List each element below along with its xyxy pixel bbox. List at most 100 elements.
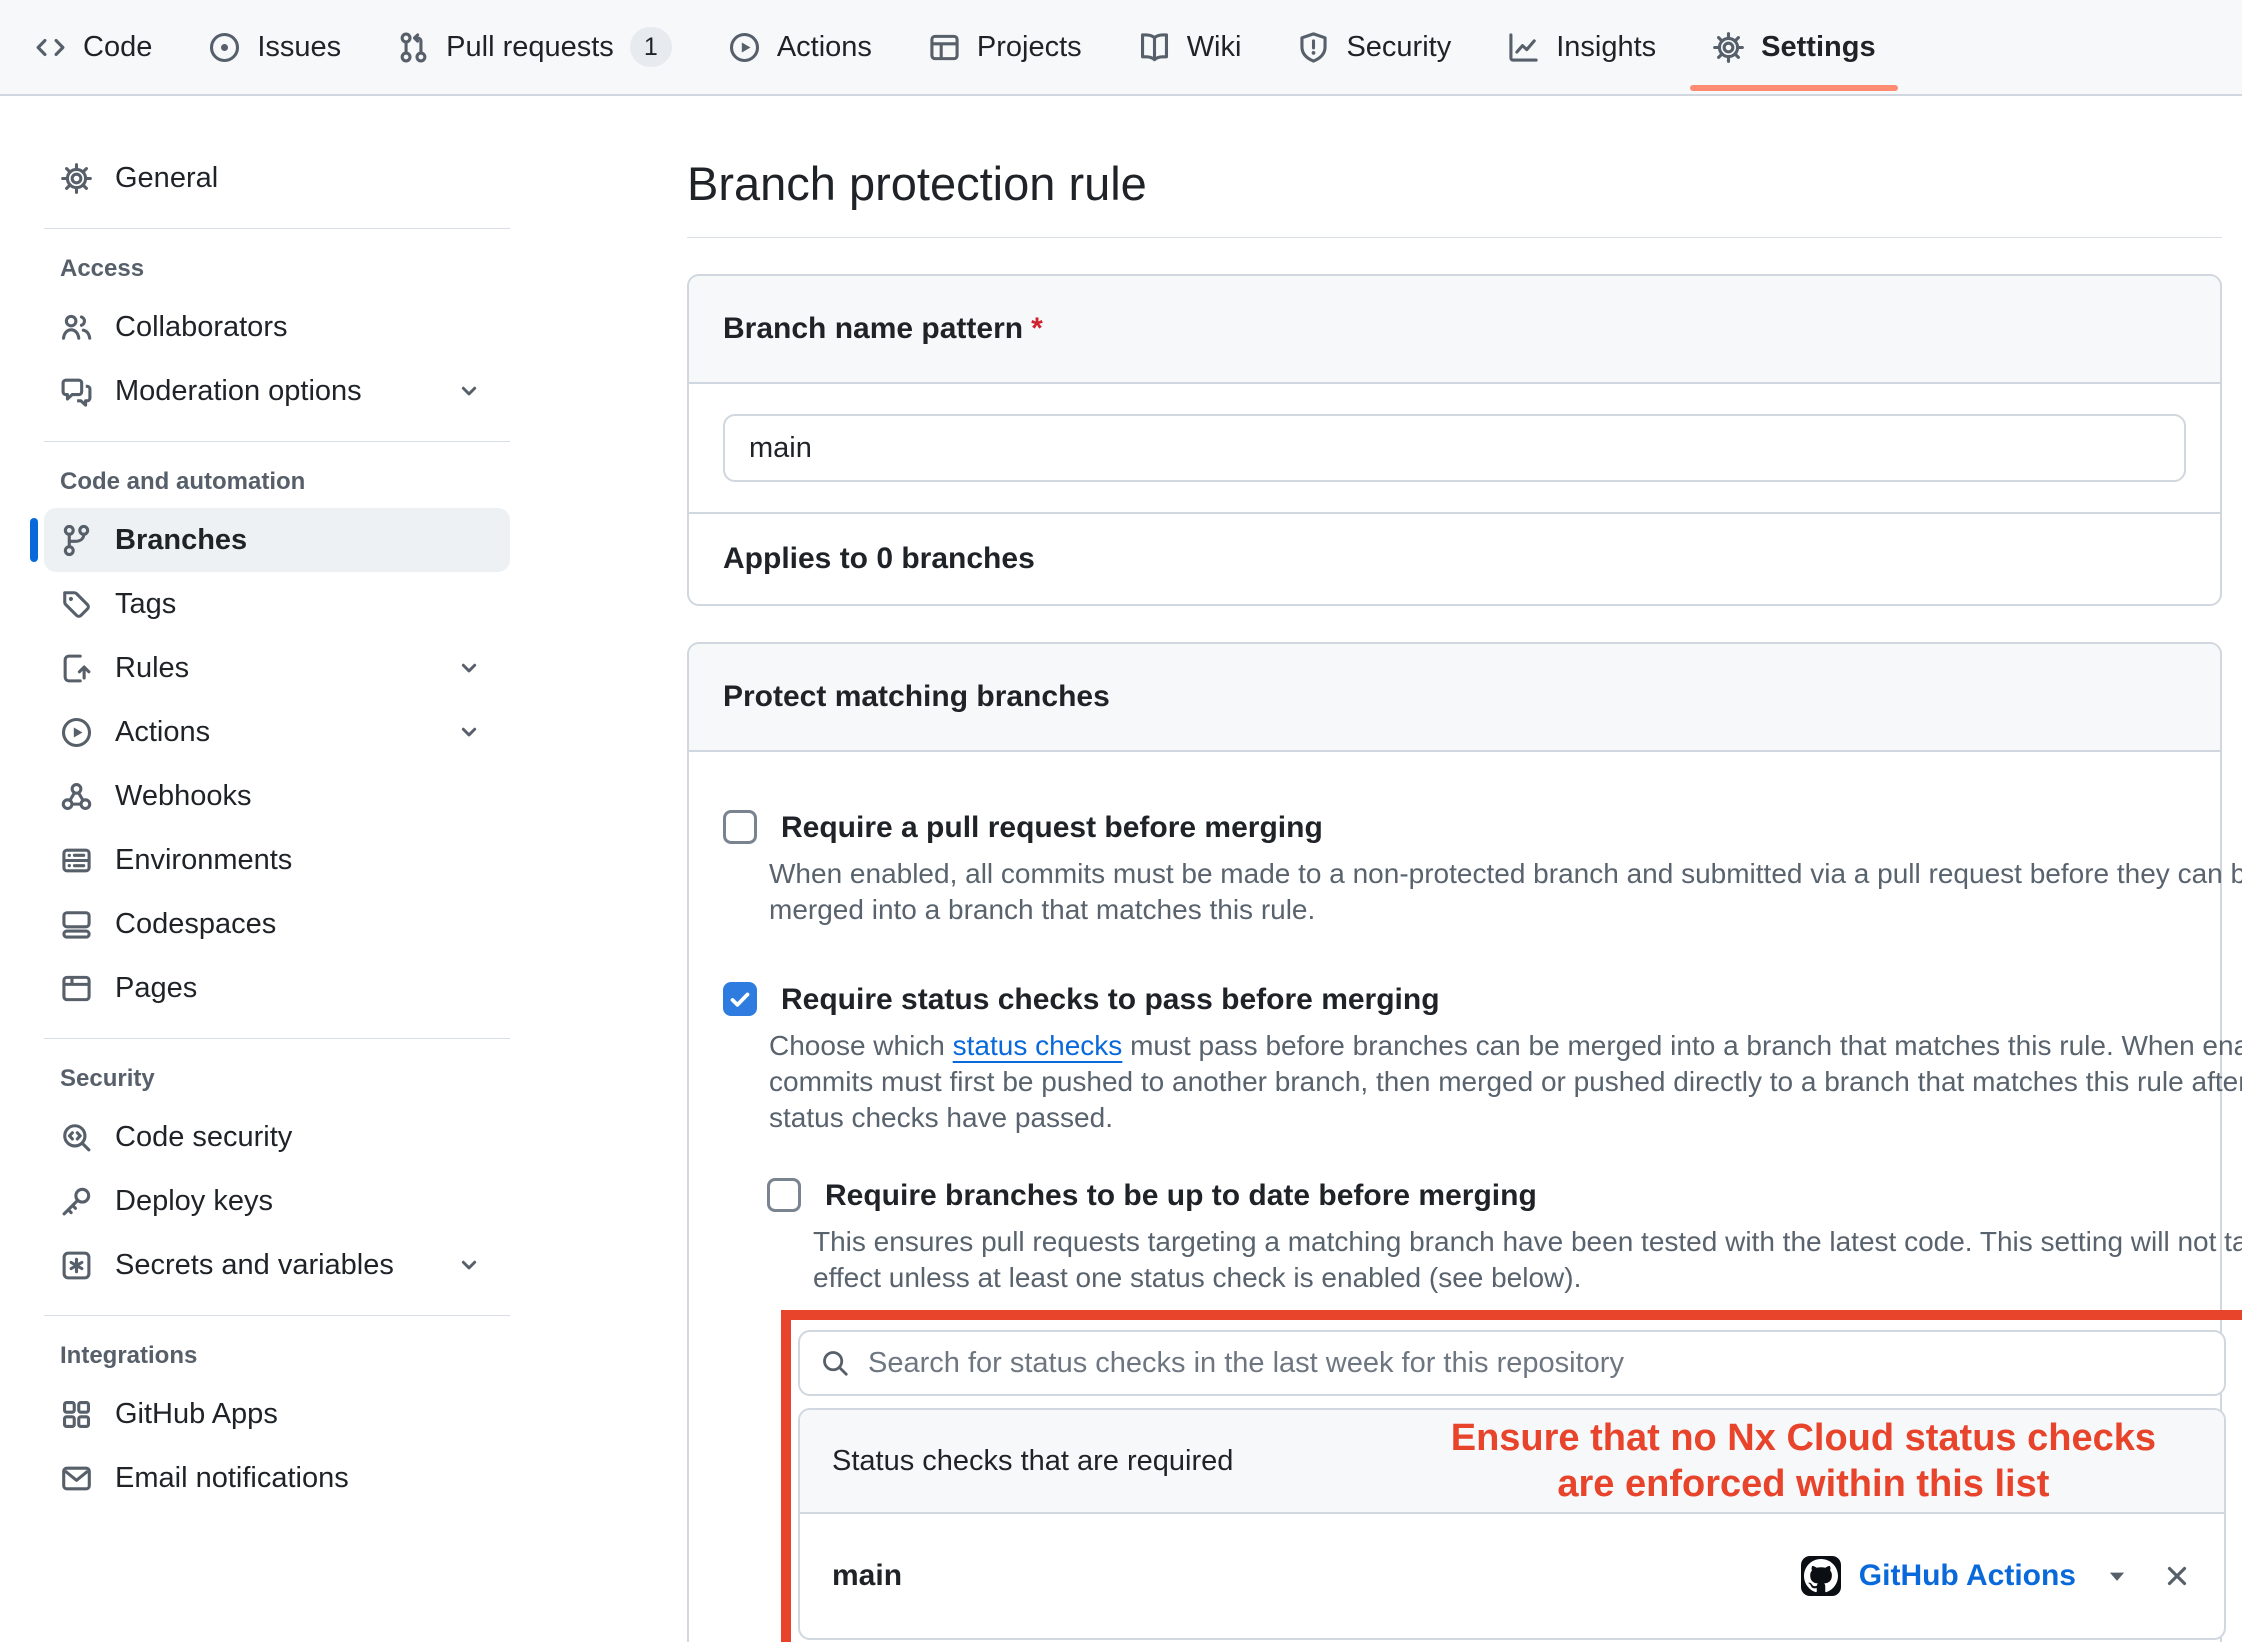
remove-status-check-icon[interactable] (2162, 1561, 2192, 1591)
sidebar-item-label: Deploy keys (115, 1185, 273, 1218)
apps-icon (60, 1398, 93, 1431)
server-icon (60, 844, 93, 877)
description-text: Choose which (769, 1030, 953, 1061)
rules-icon (60, 652, 93, 685)
tab-security[interactable]: Security (1297, 0, 1451, 94)
applies-to-branches: Applies to 0 branches (689, 512, 2220, 604)
caret-down-icon[interactable] (2102, 1561, 2132, 1591)
sidebar-item-rules[interactable]: Rules (44, 636, 510, 700)
sidebar-item-codespaces[interactable]: Codespaces (44, 892, 510, 956)
sidebar-item-moderation-options[interactable]: Moderation options (44, 359, 510, 423)
require-pull-request-description: When enabled, all commits must be made t… (769, 856, 2186, 928)
sidebar-divider (44, 228, 510, 229)
require-pull-request-row: Require a pull request before merging (723, 808, 2186, 848)
sidebar-item-tags[interactable]: Tags (44, 572, 510, 636)
github-actions-avatar (1801, 1556, 1841, 1596)
gear-icon (1712, 31, 1745, 64)
tab-pull-requests[interactable]: Pull requests 1 (397, 0, 672, 94)
status-check-name: main (832, 1559, 902, 1593)
status-check-row-main: main GitHub Actions (800, 1514, 2224, 1638)
sidebar-item-secrets-variables[interactable]: Secrets and variables (44, 1233, 510, 1297)
require-pull-request-checkbox[interactable] (723, 810, 757, 844)
tab-actions[interactable]: Actions (728, 0, 872, 94)
title-divider (687, 237, 2222, 238)
sidebar-item-label: GitHub Apps (115, 1398, 278, 1431)
require-status-checks-row: Require status checks to pass before mer… (723, 980, 2186, 1020)
up-to-date-description: This ensures pull requests targeting a m… (813, 1224, 2186, 1296)
sidebar-item-pages[interactable]: Pages (44, 956, 510, 1020)
up-to-date-section: Require branches to be up to date before… (767, 1176, 2186, 1296)
require-status-checks-checkbox[interactable] (723, 982, 757, 1016)
codespaces-icon (60, 908, 93, 941)
require-status-checks-label: Require status checks to pass before mer… (781, 980, 1440, 1020)
play-icon (728, 31, 761, 64)
sidebar-item-general[interactable]: General (44, 146, 510, 210)
play-icon (60, 716, 93, 749)
sidebar-item-webhooks[interactable]: Webhooks (44, 764, 510, 828)
sidebar-divider (44, 441, 510, 442)
pull-request-icon (397, 31, 430, 64)
status-checks-link[interactable]: status checks (953, 1030, 1123, 1061)
octocat-icon (1804, 1559, 1838, 1593)
sidebar-section-access: Access (60, 255, 510, 283)
annotation-text: Ensure that no Nx Cloud status checks ar… (1451, 1415, 2156, 1507)
check-icon (727, 986, 753, 1012)
require-status-checks-description: Choose which status checks must pass bef… (769, 1028, 2186, 1136)
tab-settings[interactable]: Settings (1712, 0, 1875, 94)
sidebar-item-collaborators[interactable]: Collaborators (44, 295, 510, 359)
key-icon (60, 1185, 93, 1218)
sidebar-item-label: Email notifications (115, 1462, 349, 1495)
up-to-date-checkbox[interactable] (767, 1178, 801, 1212)
tag-icon (60, 588, 93, 621)
sidebar-item-environments[interactable]: Environments (44, 828, 510, 892)
tab-wiki[interactable]: Wiki (1138, 0, 1242, 94)
status-check-search-input[interactable] (798, 1330, 2226, 1396)
github-actions-app-link[interactable]: GitHub Actions (1859, 1559, 2076, 1593)
up-to-date-label: Require branches to be up to date before… (825, 1176, 1537, 1216)
asterisk-box-icon (60, 1249, 93, 1282)
settings-sidebar: General Access Collaborators Moderation … (30, 146, 510, 1510)
book-icon (1138, 31, 1171, 64)
required-asterisk: * (1031, 312, 1043, 345)
sidebar-item-actions[interactable]: Actions (44, 700, 510, 764)
chevron-down-icon (456, 655, 482, 681)
github-settings-page: Code Issues Pull requests 1 Actions Proj… (0, 0, 2242, 1642)
sidebar-item-code-security[interactable]: Code security (44, 1105, 510, 1169)
table-icon (928, 31, 961, 64)
branch-name-pattern-input[interactable] (723, 414, 2186, 482)
branch-name-pattern-body (689, 384, 2220, 512)
protect-matching-branches-header: Protect matching branches (689, 644, 2220, 752)
repo-nav: Code Issues Pull requests 1 Actions Proj… (0, 0, 2242, 96)
sidebar-item-label: Moderation options (115, 375, 362, 408)
sidebar-divider (44, 1038, 510, 1039)
status-checks-header-label: Status checks that are required (832, 1445, 1233, 1478)
status-checks-list: Status checks that are required Ensure t… (798, 1408, 2226, 1640)
code-icon (34, 31, 67, 64)
sidebar-item-branches[interactable]: Branches (44, 508, 510, 572)
sidebar-item-github-apps[interactable]: GitHub Apps (44, 1382, 510, 1446)
tab-label: Security (1346, 31, 1451, 64)
chevron-down-icon (456, 1252, 482, 1278)
sidebar-item-email-notifications[interactable]: Email notifications (44, 1446, 510, 1510)
tab-issues[interactable]: Issues (208, 0, 341, 94)
tab-insights[interactable]: Insights (1507, 0, 1656, 94)
sidebar-item-label: Tags (115, 588, 176, 621)
sidebar-item-deploy-keys[interactable]: Deploy keys (44, 1169, 510, 1233)
sidebar-item-label: Collaborators (115, 311, 287, 344)
tab-projects[interactable]: Projects (928, 0, 1082, 94)
sidebar-item-label: Code security (115, 1121, 292, 1154)
tab-label: Code (83, 31, 152, 64)
search-icon (820, 1348, 850, 1378)
gear-icon (60, 162, 93, 195)
sidebar-item-label: Secrets and variables (115, 1249, 394, 1282)
pull-requests-count-badge: 1 (630, 27, 672, 67)
webhook-icon (60, 780, 93, 813)
main-content: Branch protection rule Branch name patte… (687, 96, 2222, 1642)
browser-icon (60, 972, 93, 1005)
status-checks-list-header: Status checks that are required Ensure t… (800, 1410, 2224, 1514)
status-check-controls: GitHub Actions (1801, 1556, 2192, 1596)
tab-code[interactable]: Code (34, 0, 152, 94)
sidebar-section-security: Security (60, 1065, 510, 1093)
people-icon (60, 311, 93, 344)
sidebar-divider (44, 1315, 510, 1316)
